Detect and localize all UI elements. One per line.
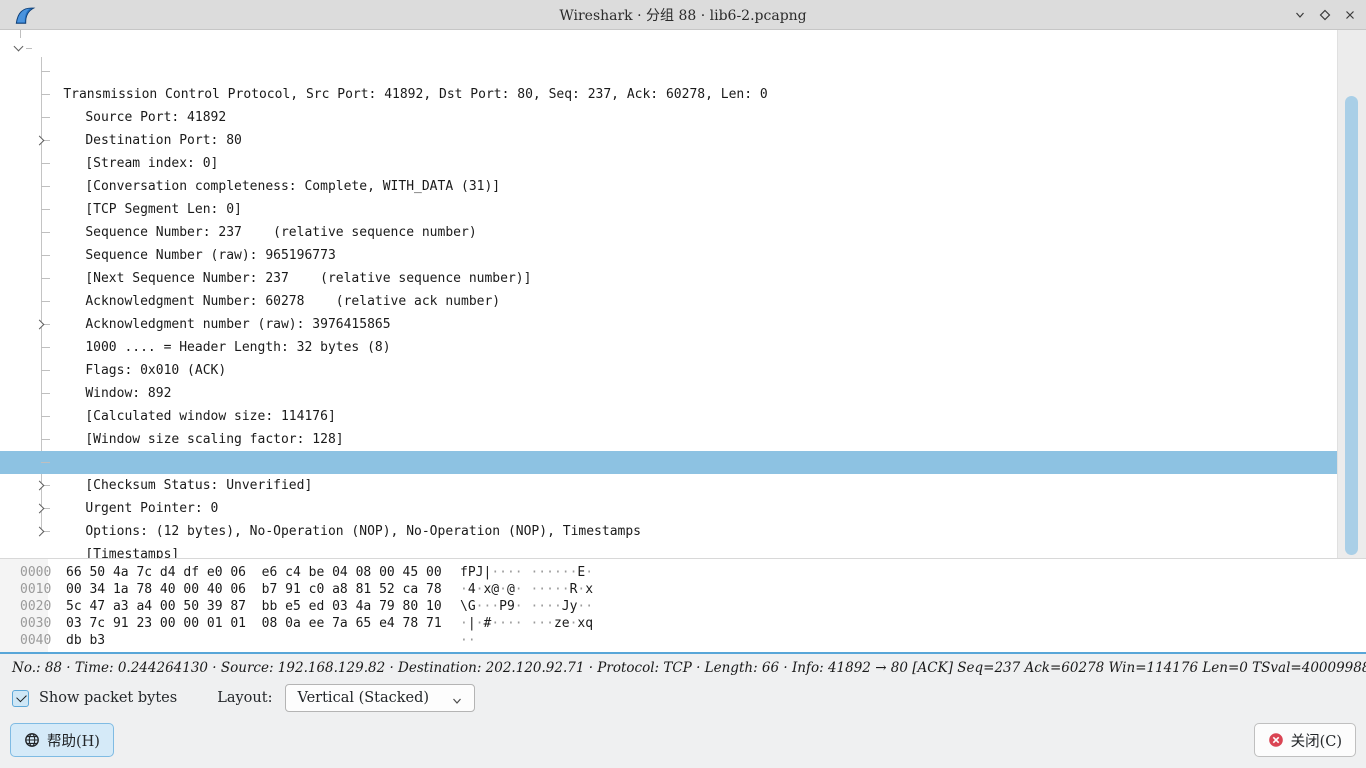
- window-title: Wireshark · 分组 88 · lib6-2.pcapng: [0, 5, 1366, 25]
- expander-icon[interactable]: [35, 481, 45, 491]
- hex-bytes[interactable]: 66 50 4a 7c d4 df e0 06 e6 c4 be 04 08 0…: [66, 564, 452, 581]
- hex-bytes[interactable]: 03 7c 91 23 00 00 01 01 08 0a ee 7a 65 e…: [66, 615, 452, 632]
- tree-row[interactable]: Destination Port: 80: [0, 83, 1337, 106]
- hex-ascii[interactable]: ·|·#···· ···ze·xq: [460, 615, 593, 632]
- tree-row[interactable]: [Timestamps]: [0, 497, 1337, 520]
- packet-summary-status: No.: 88 · Time: 0.244264130 · Source: 19…: [0, 654, 1366, 682]
- close-circle-icon: [1268, 732, 1284, 748]
- hex-bytes[interactable]: db b3: [66, 632, 452, 649]
- hex-ascii[interactable]: fPJ|···· ······E·: [460, 564, 593, 581]
- tree-scrollbar-thumb[interactable]: [1345, 96, 1358, 555]
- layout-dropdown-value: Vertical (Stacked): [297, 690, 429, 706]
- wireshark-logo-icon: [14, 4, 36, 26]
- hex-offset: 0030: [0, 615, 52, 632]
- tree-row[interactable]: [Calculated window size: 114176]: [0, 359, 1337, 382]
- expander-icon[interactable]: [14, 42, 24, 52]
- tree-row[interactable]: Checksum: 0x9123 [unverified]: [0, 405, 1337, 428]
- hex-offset: 0020: [0, 598, 52, 615]
- close-button[interactable]: 关闭(C): [1254, 723, 1356, 757]
- expander-icon[interactable]: [35, 527, 45, 537]
- hex-offset: 0010: [0, 581, 52, 598]
- tree-row[interactable]: Source Port: 41892: [0, 60, 1337, 83]
- hex-rows: 0000 66 50 4a 7c d4 df e0 06 e6 c4 be 04…: [0, 564, 1366, 649]
- hex-bytes[interactable]: 5c 47 a3 a4 00 50 39 87 bb e5 ed 03 4a 7…: [66, 598, 452, 615]
- hex-ascii[interactable]: ·4·x@·@· ·····R·x: [460, 581, 593, 598]
- tree-row[interactable]: [Stream index: 0]: [0, 106, 1337, 129]
- layout-label: Layout:: [217, 690, 272, 706]
- packet-tree: Transmission Control Protocol, Src Port:…: [0, 37, 1337, 543]
- tree-row[interactable]: Acknowledgment Number: 60278 (relative a…: [0, 244, 1337, 267]
- hex-offset: 0000: [0, 564, 52, 581]
- tree-row[interactable]: Flags: 0x010 (ACK): [0, 313, 1337, 336]
- tree-row[interactable]: Options: (12 bytes), No-Operation (NOP),…: [0, 474, 1337, 497]
- tree-row[interactable]: Window: 892: [0, 336, 1337, 359]
- tree-row[interactable]: Urgent Pointer: 0: [0, 451, 1337, 474]
- tree-row[interactable]: [SEQ/ACK analysis]: [0, 520, 1337, 543]
- close-window-icon[interactable]: [1342, 7, 1358, 23]
- tree-scrollbar[interactable]: [1337, 30, 1366, 558]
- hex-dump-pane: 0000 66 50 4a 7c d4 df e0 06 e6 c4 be 04…: [0, 558, 1366, 654]
- close-button-label: 关闭(C): [1291, 730, 1342, 751]
- expander-icon[interactable]: [35, 136, 45, 146]
- hex-row[interactable]: 0040 db b3 ··: [0, 632, 1366, 649]
- titlebar: Wireshark · 分组 88 · lib6-2.pcapng: [0, 0, 1366, 30]
- tree-row[interactable]: 1000 .... = Header Length: 32 bytes (8): [0, 290, 1337, 313]
- hex-row[interactable]: 0000 66 50 4a 7c d4 df e0 06 e6 c4 be 04…: [0, 564, 1366, 581]
- minimize-icon[interactable]: [1292, 7, 1308, 23]
- show-packet-bytes-checkbox[interactable]: [12, 690, 29, 707]
- hex-row[interactable]: 0020 5c 47 a3 a4 00 50 39 87 bb e5 ed 03…: [0, 598, 1366, 615]
- show-packet-bytes-label[interactable]: Show packet bytes: [39, 690, 177, 706]
- tree-row[interactable]: [TCP Segment Len: 0]: [0, 152, 1337, 175]
- tree-row[interactable]: Acknowledgment number (raw): 3976415865: [0, 267, 1337, 290]
- expander-icon[interactable]: [35, 320, 45, 330]
- tree-row[interactable]: Sequence Number: 237 (relative sequence …: [0, 175, 1337, 198]
- layout-dropdown[interactable]: Vertical (Stacked): [285, 684, 475, 712]
- help-globe-icon: [24, 732, 40, 748]
- help-button[interactable]: 帮助(H): [10, 723, 114, 757]
- help-button-label: 帮助(H): [47, 730, 100, 751]
- hex-ascii[interactable]: \G···P9· ····Jy··: [460, 598, 593, 615]
- window-controls: [1292, 0, 1358, 30]
- controls-row: Show packet bytes Layout: Vertical (Stac…: [0, 682, 1366, 714]
- tree-row[interactable]: [Next Sequence Number: 237 (relative seq…: [0, 221, 1337, 244]
- hex-bytes[interactable]: 00 34 1a 78 40 00 40 06 b7 91 c0 a8 81 5…: [66, 581, 452, 598]
- tree-row[interactable]: [Conversation completeness: Complete, WI…: [0, 129, 1337, 152]
- tree-row[interactable]: Sequence Number (raw): 965196773: [0, 198, 1337, 221]
- expander-icon[interactable]: [35, 504, 45, 514]
- tree-row-label: [Timestamps]: [85, 547, 179, 558]
- hex-offset: 0040: [0, 632, 52, 649]
- packet-detail-pane: Transmission Control Protocol, Src Port:…: [0, 30, 1366, 558]
- tree-row[interactable]: Transmission Control Protocol, Src Port:…: [0, 37, 1337, 60]
- hex-row[interactable]: 0030 03 7c 91 23 00 00 01 01 08 0a ee 7a…: [0, 615, 1366, 632]
- tree-row[interactable]: [Window size scaling factor: 128]: [0, 382, 1337, 405]
- dialog-button-row: 帮助(H) 关闭(C): [0, 714, 1366, 768]
- hex-ascii[interactable]: ··: [460, 632, 476, 649]
- hex-row[interactable]: 0010 00 34 1a 78 40 00 40 06 b7 91 c0 a8…: [0, 581, 1366, 598]
- tree-row[interactable]: [Checksum Status: Unverified]: [0, 428, 1337, 451]
- maximize-icon[interactable]: [1317, 7, 1333, 23]
